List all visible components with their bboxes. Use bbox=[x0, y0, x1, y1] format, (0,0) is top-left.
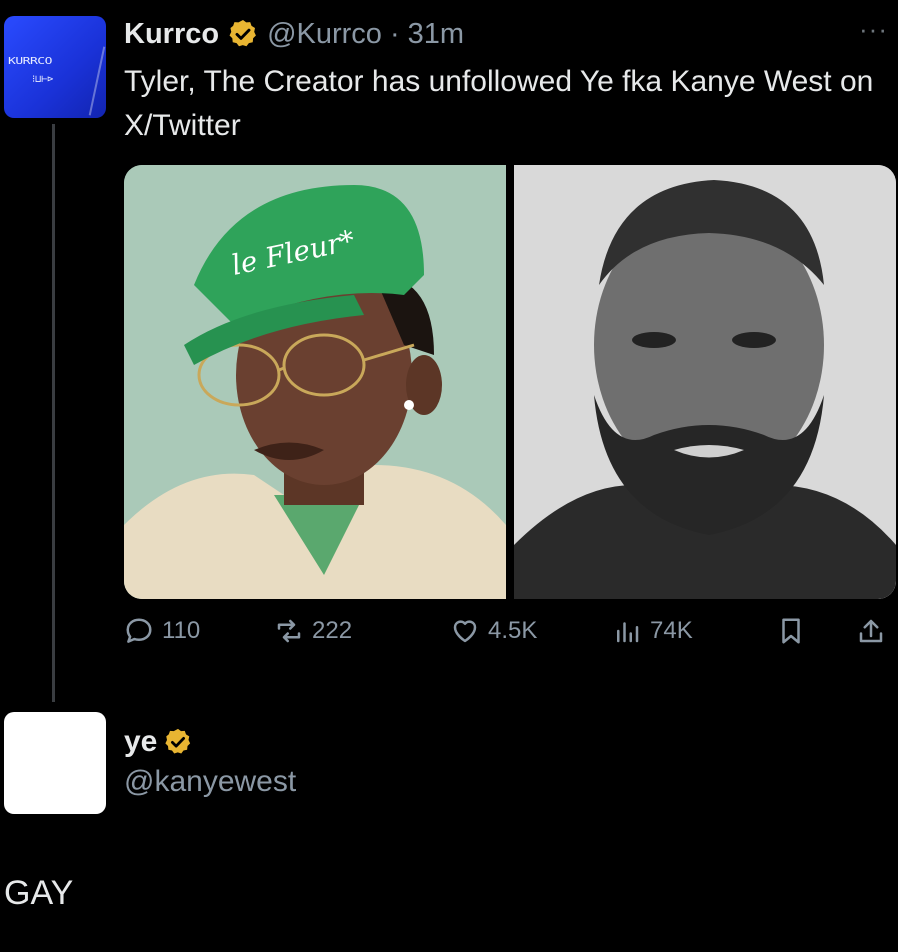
tweet-actions: 110 222 4.5K 74K bbox=[124, 616, 894, 656]
like-action[interactable]: 4.5K bbox=[450, 616, 537, 646]
repost-icon bbox=[277, 619, 301, 643]
reply-header: ye bbox=[124, 722, 193, 762]
share-icon bbox=[859, 619, 883, 643]
ye-avatar[interactable] bbox=[4, 712, 106, 814]
heart-icon bbox=[453, 620, 477, 643]
timestamp[interactable]: 31m bbox=[408, 18, 464, 51]
more-options-icon[interactable]: ··· bbox=[859, 14, 888, 45]
ye-portrait-illustration bbox=[514, 165, 896, 599]
verified-badge-icon bbox=[165, 728, 191, 754]
analytics-icon bbox=[617, 622, 639, 643]
kurrco-avatar[interactable]: KURRCO ⁝⊔⊢⊳ bbox=[4, 16, 106, 118]
author-handle[interactable]: @Kurrco bbox=[267, 18, 382, 51]
share-action[interactable] bbox=[856, 616, 886, 646]
reply-action[interactable]: 110 bbox=[124, 616, 200, 646]
repost-action[interactable]: 222 bbox=[274, 616, 352, 646]
bookmark-action[interactable] bbox=[776, 616, 806, 646]
views-action[interactable]: 74K bbox=[612, 616, 693, 646]
reply-icon bbox=[126, 618, 152, 643]
tyler-portrait-illustration: le Fleur* bbox=[124, 165, 506, 599]
ye-photo[interactable] bbox=[514, 165, 896, 599]
thread-line bbox=[52, 124, 55, 702]
separator-dot: · bbox=[389, 17, 400, 50]
verified-badge-icon bbox=[229, 20, 257, 47]
kurrco-logo-sub: ⁝⊔⊢⊳ bbox=[32, 74, 54, 85]
repost-count: 222 bbox=[312, 617, 353, 644]
bookmark-icon bbox=[782, 618, 800, 644]
reply-text: GAY bbox=[4, 874, 74, 912]
kurrco-logo-text: KURRCO bbox=[8, 55, 52, 68]
tyler-photo[interactable]: le Fleur* bbox=[124, 165, 506, 599]
author-name[interactable]: Kurrco bbox=[124, 18, 219, 51]
views-count: 74K bbox=[650, 617, 693, 644]
reply-count: 110 bbox=[162, 617, 201, 644]
reply-author-handle[interactable]: @kanyewest bbox=[124, 765, 296, 799]
like-count: 4.5K bbox=[488, 617, 538, 644]
tweet-media[interactable]: le Fleur* bbox=[124, 165, 896, 599]
tweet-text: Tyler, The Creator has unfollowed Ye fka… bbox=[124, 65, 874, 142]
tweet-header: Kurrco @Kurrco · 31m bbox=[124, 14, 464, 54]
reply-author-name[interactable]: ye bbox=[124, 725, 157, 759]
